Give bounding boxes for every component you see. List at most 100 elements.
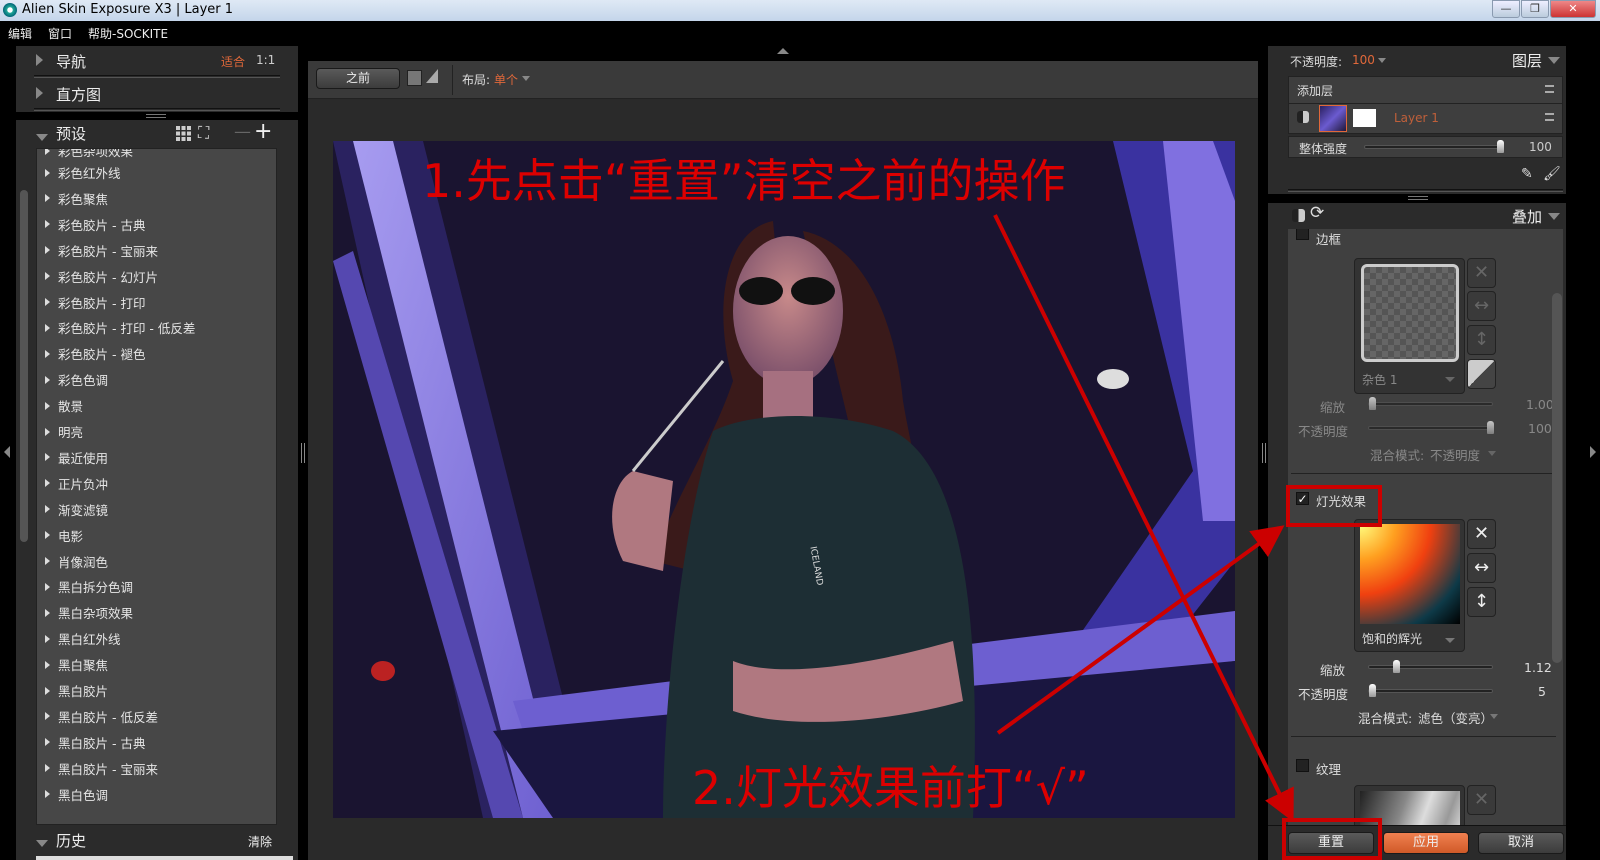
slider-thumb[interactable]	[1487, 421, 1494, 434]
panel-resize-handle[interactable]	[146, 114, 166, 118]
light-opacity-slider[interactable]	[1368, 684, 1493, 697]
histogram-label[interactable]: 直方图	[56, 84, 101, 105]
flip-horizontal-button[interactable]: ↔	[1467, 291, 1496, 321]
chevron-down-icon[interactable]	[1490, 714, 1498, 719]
flip-horizontal-button[interactable]: ↔	[1467, 553, 1496, 583]
preset-item[interactable]: 彩色红外线	[45, 163, 121, 182]
border-blend-select[interactable]: 不透明度	[1430, 445, 1480, 464]
menu-edit[interactable]: 编辑	[8, 25, 32, 42]
overlay-visibility-icon[interactable]	[1292, 209, 1305, 222]
history-label[interactable]: 历史	[56, 830, 86, 851]
preset-item[interactable]: 黑白杂项效果	[45, 603, 133, 622]
chevron-down-icon[interactable]	[1378, 58, 1386, 63]
menu-help[interactable]: 帮助-SOCKITE	[88, 25, 168, 42]
preset-item[interactable]: 彩色胶片 - 幻灯片	[45, 267, 158, 286]
one-to-one-button[interactable]: 1:1	[256, 53, 275, 67]
expand-view-icon[interactable]: ⛶	[198, 123, 209, 143]
preset-item[interactable]: 渐变滤镜	[45, 500, 108, 519]
shuffle-button[interactable]: ✕	[1467, 785, 1496, 815]
preset-item[interactable]: 肖像润色	[45, 552, 108, 571]
preset-item[interactable]: 明亮	[45, 422, 83, 441]
layer-name[interactable]: Layer 1	[1394, 111, 1439, 125]
add-layer-button[interactable]: 添加层	[1297, 82, 1333, 99]
panel-resize-handle[interactable]	[1408, 196, 1428, 200]
overlay-scrollbar[interactable]	[1552, 293, 1562, 663]
preset-item[interactable]: 最近使用	[45, 448, 108, 467]
preset-item[interactable]: 黑白红外线	[45, 629, 121, 648]
presets-collapse-icon[interactable]	[36, 130, 48, 145]
texture-checkbox[interactable]	[1296, 759, 1309, 772]
grid-view-icon[interactable]	[176, 126, 191, 141]
overlay-menu-icon[interactable]	[1548, 213, 1560, 220]
presets-label[interactable]: 预设	[56, 123, 86, 144]
navigator-expand-icon[interactable]	[36, 54, 43, 70]
border-scale-slider[interactable]	[1368, 397, 1493, 410]
collapse-top-icon[interactable]	[777, 48, 789, 54]
before-button[interactable]: 之前	[316, 68, 400, 89]
collapse-left-icon[interactable]	[4, 446, 10, 458]
light-preset-picker[interactable]: 饱和的辉光	[1354, 519, 1465, 652]
clear-history-button[interactable]: 清除	[248, 833, 272, 850]
border-checkbox[interactable]	[1296, 229, 1309, 240]
border-opacity-slider[interactable]	[1368, 421, 1494, 434]
shuffle-button[interactable]: ✕	[1467, 519, 1496, 549]
slider-thumb[interactable]	[1369, 397, 1376, 410]
right-divider-handle[interactable]	[1262, 443, 1266, 463]
preset-item[interactable]: 彩色胶片 - 打印	[45, 293, 145, 312]
preset-item[interactable]: 黑白拆分色调	[45, 577, 133, 596]
preset-item[interactable]: 黑白胶片 - 低反差	[45, 707, 158, 726]
remove-preset-button[interactable]: —	[234, 122, 251, 142]
preset-item[interactable]: 彩色杂项效果	[45, 149, 133, 160]
add-preset-button[interactable]: +	[254, 119, 272, 144]
border-style-button[interactable]	[1467, 359, 1496, 389]
preset-item[interactable]: 彩色胶片 - 褪色	[45, 344, 145, 363]
strength-slider[interactable]	[1364, 140, 1504, 153]
minimize-button[interactable]: —	[1492, 0, 1520, 18]
presets-scrollbar[interactable]	[20, 190, 28, 542]
preset-item[interactable]: 黑白胶片	[45, 681, 108, 700]
preset-item[interactable]: 彩色色调	[45, 370, 108, 389]
fit-button[interactable]: 适合	[221, 53, 245, 70]
layer-opacity-value[interactable]: 100	[1352, 53, 1375, 67]
preset-item[interactable]: 黑白胶片 - 古典	[45, 733, 145, 752]
collapse-right-icon[interactable]	[1590, 446, 1596, 458]
flip-vertical-button[interactable]: ↕	[1467, 325, 1496, 355]
preset-item[interactable]: 彩色胶片 - 宝丽来	[45, 241, 158, 260]
preset-item[interactable]: 黑白聚焦	[45, 655, 108, 674]
slider-thumb[interactable]	[1497, 140, 1504, 153]
slider-thumb[interactable]	[1369, 684, 1376, 697]
chevron-down-icon[interactable]	[1488, 451, 1496, 456]
brush-icon[interactable]: 🖌	[1543, 166, 1561, 182]
layer-mask-thumbnail[interactable]	[1353, 109, 1376, 127]
left-divider-handle[interactable]	[301, 443, 305, 463]
reset-button[interactable]: 重置	[1288, 832, 1374, 854]
close-button[interactable]: ✕	[1550, 0, 1596, 18]
chevron-down-icon[interactable]	[1445, 377, 1455, 382]
chevron-down-icon[interactable]	[1445, 638, 1455, 643]
split-view-icon[interactable]	[407, 70, 422, 86]
menu-icon[interactable]	[1545, 85, 1554, 93]
restore-button[interactable]: ❐	[1521, 0, 1549, 18]
preset-item[interactable]: 电影	[45, 526, 83, 545]
layers-menu-icon[interactable]	[1548, 57, 1560, 64]
menu-icon[interactable]	[1545, 113, 1554, 121]
preset-item[interactable]: 彩色胶片 - 古典	[45, 215, 145, 234]
flip-vertical-button[interactable]: ↕	[1467, 587, 1496, 617]
reset-panel-icon[interactable]: ⟳	[1310, 203, 1324, 223]
history-collapse-icon[interactable]	[36, 836, 48, 851]
layer-thumbnail[interactable]	[1319, 105, 1347, 132]
preset-item[interactable]: 散景	[45, 396, 83, 415]
preset-item[interactable]: 正片负冲	[45, 474, 108, 493]
light-blend-select[interactable]: 滤色（变亮）	[1418, 708, 1493, 727]
chevron-down-icon[interactable]	[522, 76, 530, 81]
light-effect-checkbox[interactable]: ✓	[1296, 492, 1309, 505]
preset-item[interactable]: 黑白胶片 - 宝丽来	[45, 759, 158, 778]
shuffle-button[interactable]: ✕	[1467, 258, 1496, 288]
light-scale-slider[interactable]	[1368, 660, 1493, 673]
compare-icon[interactable]	[426, 69, 438, 83]
apply-button[interactable]: 应用	[1383, 832, 1469, 854]
preset-item[interactable]: 彩色胶片 - 打印 - 低反差	[45, 318, 195, 337]
preset-item[interactable]: 彩色聚焦	[45, 189, 108, 208]
eraser-icon[interactable]: ✎	[1521, 166, 1533, 182]
slider-thumb[interactable]	[1393, 660, 1400, 673]
